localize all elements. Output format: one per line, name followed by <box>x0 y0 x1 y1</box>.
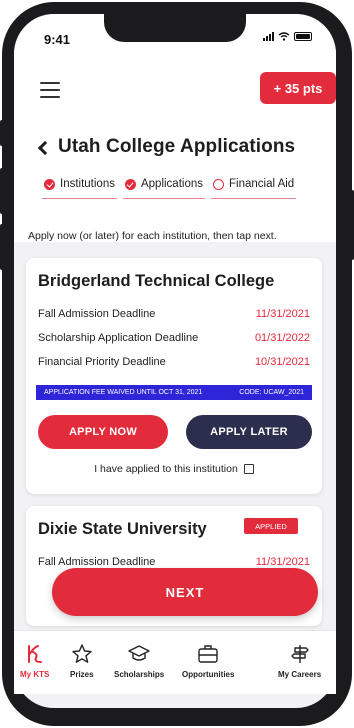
tab-label: Financial Aid <box>229 178 295 190</box>
institution-name: Bridgerland Technical College <box>38 272 275 290</box>
next-button[interactable]: NEXT <box>52 568 318 616</box>
nav-opportunities[interactable]: Opportunities <box>182 643 234 679</box>
graduation-cap-icon <box>128 645 150 661</box>
apply-later-button[interactable]: APPLY LATER <box>186 415 312 449</box>
applied-checkbox-label: I have applied to this institution <box>94 463 238 475</box>
check-circle-icon <box>124 178 136 190</box>
phone-volume-down <box>0 224 6 270</box>
deadline-label: Scholarship Application Deadline <box>38 332 199 344</box>
fee-waiver-code: CODE: UCAW_2021 <box>239 389 304 396</box>
deadline-date: 10/31/2021 <box>254 356 310 368</box>
phone-volume-up <box>0 168 6 214</box>
institution-card: Bridgerland Technical College Fall Admis… <box>26 258 322 494</box>
signal-icon <box>263 32 274 41</box>
chevron-left-icon <box>37 140 53 155</box>
wifi-icon <box>278 32 290 41</box>
header-background <box>14 14 336 242</box>
check-circle-icon <box>44 178 55 190</box>
fee-waiver-banner: APPLICATION FEE WAIVED UNTIL OCT 31, 202… <box>36 385 312 400</box>
nav-label: My Careers <box>278 670 322 679</box>
nav-label: Opportunities <box>182 670 235 679</box>
apply-now-button[interactable]: APPLY NOW <box>38 415 168 449</box>
star-icon <box>72 644 92 663</box>
institution-name: Dixie State University <box>38 520 207 538</box>
deadline-row: Financial Priority Deadline 10/31/2021 <box>38 356 310 368</box>
deadline-row: Fall Admission Deadline 11/31/2021 <box>38 308 310 320</box>
deadline-label: Financial Priority Deadline <box>38 356 166 368</box>
status-time: 9:41 <box>44 32 71 47</box>
deadline-date: 11/31/2021 <box>255 308 310 320</box>
nav-label: Scholarships <box>114 670 165 679</box>
deadline-row: Scholarship Application Deadline 01/31/2… <box>38 332 310 344</box>
back-navigation[interactable]: Utah College Applications <box>37 136 296 158</box>
tab-applications[interactable]: Applications <box>122 174 205 199</box>
deadline-label: Fall Admission Deadline <box>38 308 156 320</box>
nav-label: Prizes <box>70 670 94 679</box>
device-notch <box>104 14 246 42</box>
phone-power-button <box>348 190 354 260</box>
tab-label: Applications <box>140 178 203 190</box>
applied-confirmation: I have applied to this institution <box>26 463 322 475</box>
instructions-text: Apply now (or later) for each institutio… <box>28 230 277 242</box>
deadline-date: 01/31/2022 <box>254 332 310 344</box>
nav-my-careers[interactable]: My Careers <box>278 643 321 679</box>
kts-logo-icon <box>27 645 42 663</box>
nav-my-kts[interactable]: My KTS <box>20 643 49 679</box>
applied-checkbox[interactable] <box>243 464 254 474</box>
menu-icon[interactable] <box>40 82 60 98</box>
tab-label: Institutions <box>60 178 115 190</box>
empty-circle-icon <box>213 178 224 190</box>
tab-financial-aid[interactable]: Financial Aid <box>211 174 297 199</box>
battery-icon <box>294 32 312 41</box>
progress-tabs: Institutions Applications Financial Aid <box>42 174 336 199</box>
tab-institutions[interactable]: Institutions <box>42 174 117 199</box>
status-icons <box>263 32 312 41</box>
nav-scholarships[interactable]: Scholarships <box>114 643 164 679</box>
bottom-navigation: My KTS Prizes Scholarships Opportunities… <box>14 630 336 694</box>
nav-prizes[interactable]: Prizes <box>70 643 94 679</box>
deadline-label: Fall Admission Deadline <box>38 556 156 568</box>
fee-waiver-text: APPLICATION FEE WAIVED UNTIL OCT 31, 202… <box>44 389 203 396</box>
applied-badge: APPLIED <box>244 518 298 534</box>
briefcase-icon <box>198 645 218 663</box>
deadline-date: 11/31/2021 <box>255 556 310 568</box>
points-button[interactable]: + 35 pts <box>260 72 336 104</box>
page-title: Utah College Applications <box>58 136 296 157</box>
phone-side-button <box>0 120 6 146</box>
nav-label: My KTS <box>20 670 50 679</box>
deadline-row: Fall Admission Deadline 11/31/2021 <box>38 556 310 568</box>
signpost-icon <box>290 645 309 663</box>
